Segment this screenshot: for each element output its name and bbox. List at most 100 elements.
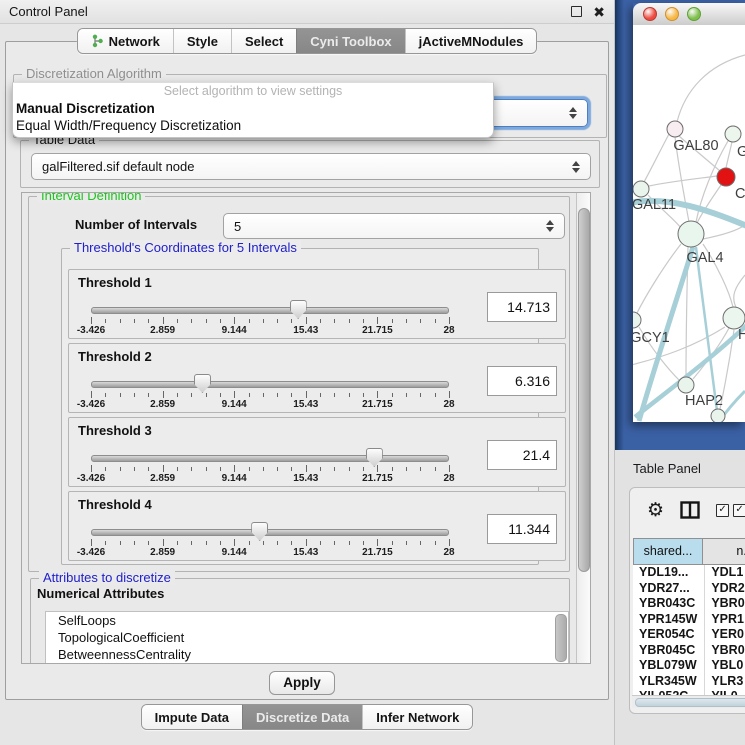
table-cell[interactable]: YBL079W xyxy=(633,658,705,674)
table-cell[interactable]: YDR27... xyxy=(633,581,705,597)
tab-label: jActiveMNodules xyxy=(419,34,524,49)
node-gcy1[interactable] xyxy=(633,312,641,328)
table-row[interactable]: YBR045CYBR0 xyxy=(633,643,745,659)
tab-discretize-data[interactable]: Discretize Data xyxy=(242,705,362,729)
table-horizontal-scrollbar[interactable] xyxy=(632,695,745,708)
zoom-light-icon[interactable] xyxy=(687,7,701,21)
tab-network[interactable]: Network xyxy=(78,29,173,53)
edge[interactable] xyxy=(726,142,732,168)
minimize-light-icon[interactable] xyxy=(665,7,679,21)
table-row[interactable]: YPR145WYPR1 xyxy=(633,612,745,628)
tab-cyni-toolbox[interactable]: Cyni Toolbox xyxy=(296,29,404,53)
table-cell[interactable]: YBR0 xyxy=(705,596,745,612)
slider-scale-labels: -3.4262.8599.14415.4321.71528 xyxy=(91,325,449,336)
column-header-n[interactable]: n... xyxy=(703,538,745,565)
thick-edge[interactable] xyxy=(696,247,717,411)
gear-icon[interactable]: ⚙ xyxy=(647,501,664,520)
close-light-icon[interactable] xyxy=(643,7,657,21)
attribute-item-selfloops[interactable]: SelfLoops xyxy=(46,612,568,629)
tab-label: Style xyxy=(187,34,218,49)
checkbox-checked-icon[interactable]: ✓ xyxy=(716,504,729,517)
edge[interactable] xyxy=(703,225,745,239)
attribute-item-betweennesscentrality[interactable]: BetweennessCentrality xyxy=(46,646,568,663)
table-cell[interactable]: YER0 xyxy=(705,627,745,643)
threshold-value-field[interactable]: 11.344 xyxy=(487,514,557,544)
numerical-attributes-list[interactable]: SelfLoopsTopologicalCoefficientBetweenne… xyxy=(45,611,569,664)
table-data-group: Table Data galFiltered.sif default node xyxy=(20,140,600,188)
table-cell[interactable]: YBR0 xyxy=(705,643,745,659)
threshold-value-field[interactable]: 6.316 xyxy=(487,366,557,396)
tab-jactivemnodules[interactable]: jActiveMNodules xyxy=(405,29,537,53)
settings-vertical-scrollbar[interactable] xyxy=(576,193,590,663)
tab-infer-network[interactable]: Infer Network xyxy=(362,705,472,729)
dropdown-option-equal-width-frequency[interactable]: Equal Width/Frequency Discretization xyxy=(13,117,493,134)
slider-ticks xyxy=(91,317,449,325)
table-cell[interactable]: YDL19... xyxy=(633,565,705,581)
slider-track[interactable] xyxy=(91,381,449,388)
table-data-combo[interactable]: galFiltered.sif default node xyxy=(31,153,591,180)
node-label: GAL4 xyxy=(686,250,723,266)
apply-button[interactable]: Apply xyxy=(269,671,335,695)
close-icon[interactable]: ✖ xyxy=(593,7,605,17)
float-window-icon[interactable] xyxy=(571,6,582,17)
network-graph[interactable]: GAL80GACGAL11GAL4GCY1HHAP2 xyxy=(633,25,745,422)
table-cell[interactable]: YBL0 xyxy=(705,658,745,674)
edge[interactable] xyxy=(677,55,745,122)
table-cell[interactable]: YDR2 xyxy=(705,581,745,597)
edge[interactable] xyxy=(644,134,669,182)
table-row[interactable]: YBL079WYBL0 xyxy=(633,658,745,674)
table-row[interactable]: YDL19...YDL1 xyxy=(633,565,745,581)
tab-label: Impute Data xyxy=(155,710,229,725)
interval-definition-group: Interval Definition Number of Intervals … xyxy=(28,196,570,572)
table-cell[interactable]: YER054C xyxy=(633,627,705,643)
slider-track[interactable] xyxy=(91,529,449,536)
table-row[interactable]: YLR345WYLR3 xyxy=(633,674,745,690)
table-cell[interactable]: YLR3 xyxy=(705,674,745,690)
threshold-value-field[interactable]: 21.4 xyxy=(487,440,557,470)
checkbox-checked-icon[interactable]: ✓ xyxy=(733,504,745,517)
node-gal11[interactable] xyxy=(633,181,649,197)
slider-scale-labels: -3.4262.8599.14415.4321.71528 xyxy=(91,547,449,558)
tab-style[interactable]: Style xyxy=(173,29,231,53)
table-cell[interactable]: YPR1 xyxy=(705,612,745,628)
node-label: GCY1 xyxy=(633,330,670,346)
node-gal80[interactable] xyxy=(667,121,683,137)
table-cell[interactable]: YLR345W xyxy=(633,674,705,690)
node-ga[interactable] xyxy=(725,126,741,142)
threshold-slider[interactable]: -3.4262.8599.14415.4321.71528 xyxy=(91,520,449,558)
slider-track[interactable] xyxy=(91,455,449,462)
attribute-item-topologicalcoefficient[interactable]: TopologicalCoefficient xyxy=(46,629,568,646)
list-scrollbar-thumb[interactable] xyxy=(555,614,567,662)
scrollbar-thumb[interactable] xyxy=(578,208,590,572)
table-row[interactable]: YER054CYER0 xyxy=(633,627,745,643)
threshold-slider[interactable]: -3.4262.8599.14415.4321.71528 xyxy=(91,372,449,410)
node-unlabeled[interactable] xyxy=(711,409,725,422)
split-columns-icon[interactable] xyxy=(680,501,700,519)
node-label: GAL80 xyxy=(673,138,718,154)
node-c[interactable] xyxy=(717,168,735,186)
column-header-shared[interactable]: shared... xyxy=(633,538,703,565)
threshold-slider[interactable]: -3.4262.8599.14415.4321.71528 xyxy=(91,298,449,336)
table-cell[interactable]: YBR043C xyxy=(633,596,705,612)
table-row[interactable]: YDR27...YDR2 xyxy=(633,581,745,597)
window-title: Control Panel xyxy=(9,4,571,19)
num-intervals-combo[interactable]: 5 xyxy=(223,213,565,239)
node-gal4[interactable] xyxy=(678,221,704,247)
edge[interactable] xyxy=(734,275,745,309)
slider-track[interactable] xyxy=(91,307,449,314)
threshold-value-field[interactable]: 14.713 xyxy=(487,292,557,322)
network-window-titlebar[interactable] xyxy=(633,3,745,26)
table-cell[interactable]: YDL1 xyxy=(705,565,745,581)
tab-impute-data[interactable]: Impute Data xyxy=(142,705,242,729)
network-canvas[interactable]: GAL80GACGAL11GAL4GCY1HHAP2 xyxy=(633,25,745,422)
threshold-slider[interactable]: -3.4262.8599.14415.4321.71528 xyxy=(91,446,449,484)
table-cell[interactable]: YPR145W xyxy=(633,612,705,628)
node-h[interactable] xyxy=(723,307,745,329)
tab-select[interactable]: Select xyxy=(231,29,296,53)
table-cell[interactable]: YBR045C xyxy=(633,643,705,659)
scrollbar-thumb[interactable] xyxy=(635,698,745,707)
dropdown-option-manual-discretization[interactable]: Manual Discretization xyxy=(13,100,493,117)
node-hap2[interactable] xyxy=(678,377,694,393)
table-row[interactable]: YBR043CYBR0 xyxy=(633,596,745,612)
dropdown-placeholder: Select algorithm to view settings xyxy=(13,83,493,100)
